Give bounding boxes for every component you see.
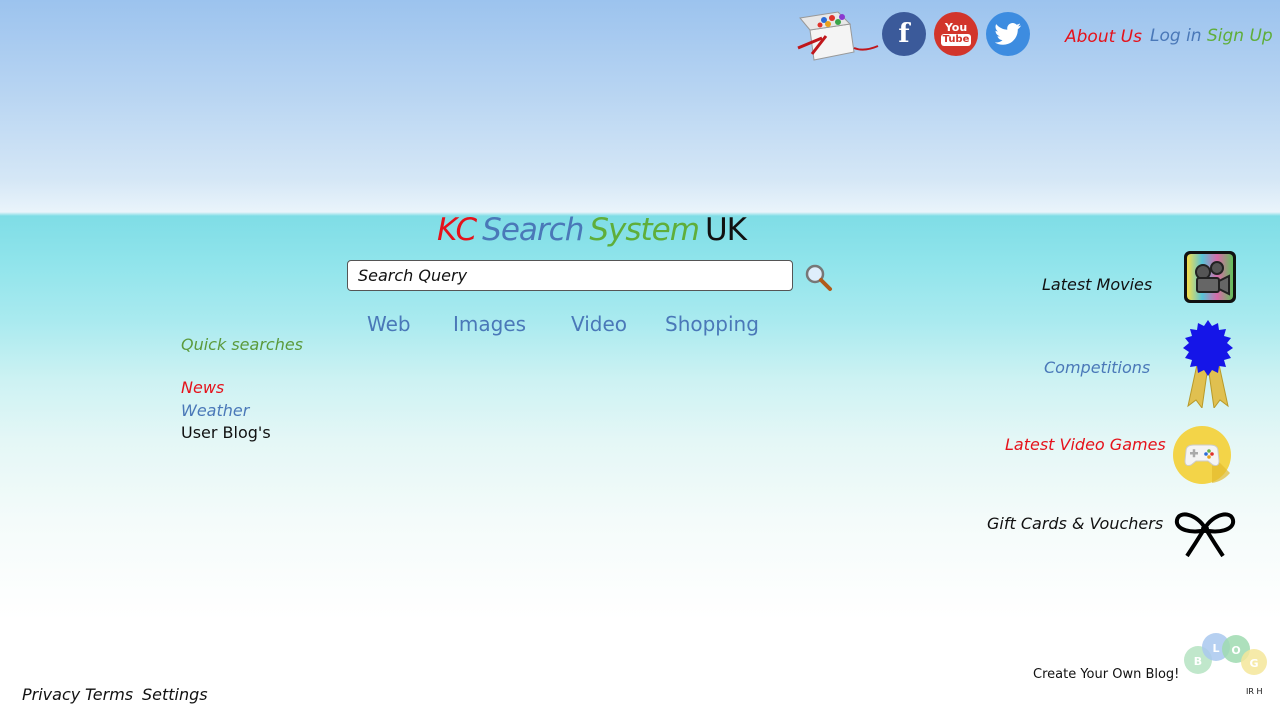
twitter-icon[interactable] [986, 12, 1030, 56]
facebook-glyph: f [898, 19, 910, 49]
logo-uk: UK [704, 212, 747, 248]
about-us-link[interactable]: About Us [1065, 27, 1142, 47]
quick-searches-heading: Quick searches [181, 335, 304, 354]
logo-system: System [589, 212, 700, 248]
site-logo: KC Search System UK [437, 212, 752, 248]
blog-balloons-icon[interactable]: B L O G [1180, 630, 1272, 680]
movie-camera-icon[interactable] [1183, 250, 1237, 304]
blog-letter-o: O [1231, 644, 1240, 657]
quick-link-user-blogs[interactable]: User Blog's [181, 423, 271, 442]
tab-shopping[interactable]: Shopping [665, 312, 759, 336]
signup-link[interactable]: Sign Up [1207, 26, 1273, 46]
gift-box-icon[interactable] [792, 10, 880, 64]
youtube-you: You [944, 21, 968, 34]
logo-search: Search [482, 212, 584, 248]
latest-video-games-link[interactable]: Latest Video Games [1005, 435, 1166, 454]
search-magnifier-icon[interactable] [803, 262, 833, 292]
award-ribbon-icon[interactable] [1180, 320, 1236, 408]
youtube-icon[interactable]: You Tube [934, 12, 978, 56]
facebook-icon[interactable]: f [882, 12, 926, 56]
logo-kc: KC [437, 212, 477, 248]
settings-link[interactable]: Settings [142, 685, 208, 704]
gamepad-icon[interactable] [1172, 425, 1232, 485]
create-blog-link[interactable]: Create Your Own Blog! [1033, 667, 1179, 682]
competitions-link[interactable]: Competitions [1044, 358, 1150, 377]
gift-cards-vouchers-link[interactable]: Gift Cards & Vouchers [987, 514, 1163, 533]
login-link[interactable]: Log in [1150, 26, 1202, 46]
youtube-tube: Tube [940, 34, 972, 46]
blog-letter-l: L [1212, 642, 1219, 655]
quick-link-weather[interactable]: Weather [181, 401, 249, 420]
privacy-link[interactable]: Privacy [22, 685, 80, 704]
search-box [347, 260, 793, 291]
latest-movies-link[interactable]: Latest Movies [1042, 275, 1152, 294]
blog-letter-g: G [1249, 657, 1258, 670]
bow-ribbon-icon[interactable] [1173, 508, 1237, 560]
twitter-bird-icon [995, 23, 1021, 45]
tab-video[interactable]: Video [571, 312, 627, 336]
blog-letter-b: B [1194, 655, 1202, 668]
search-input[interactable] [348, 261, 792, 290]
terms-link[interactable]: Terms [85, 685, 133, 704]
quick-link-news[interactable]: News [181, 378, 224, 397]
tab-images[interactable]: Images [453, 312, 526, 336]
blog-initials: IR H [1246, 687, 1263, 696]
tab-web[interactable]: Web [367, 312, 411, 336]
